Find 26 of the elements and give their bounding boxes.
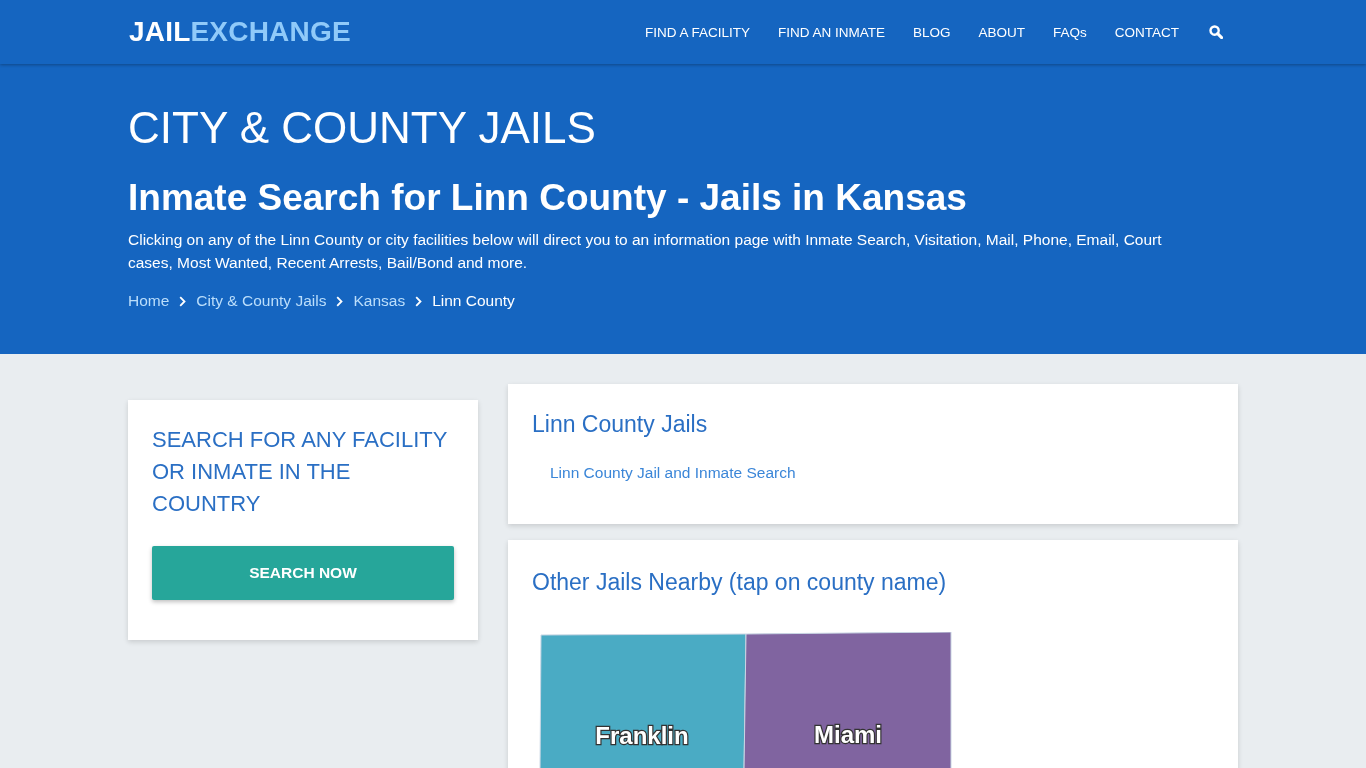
nav-link[interactable]: FIND A FACILITY (644, 24, 750, 40)
card-heading: Linn County Jails (532, 410, 709, 439)
nav-link[interactable]: FIND AN INMATE (777, 24, 885, 40)
breadcrumb-link[interactable]: City & County Jails (196, 291, 327, 311)
search-now-button[interactable]: SEARCH NOW (152, 546, 454, 600)
breadcrumb-link[interactable]: Kansas (353, 291, 406, 311)
search-heading: SEARCH FOR ANY FACILITY OR INMATE IN THE COUNTRY (152, 426, 449, 518)
intro-text: Clicking on any of the Linn County or city facilities below will direct you to an information page with Inmate Search, Visitation, Mail, Phone, Email, Court cases, Most Wanted, Recent Arrests, Bail/Bond and more. (128, 230, 1163, 273)
page-title: CITY & COUNTY JAILS (128, 102, 597, 154)
nav-link[interactable]: ABOUT (978, 24, 1025, 40)
county-name-link[interactable]: Miami (814, 721, 882, 748)
county-shape[interactable] (743, 632, 952, 768)
county-shape[interactable] (539, 633, 747, 768)
chevron-right-icon (336, 295, 344, 307)
chevron-right-icon (179, 295, 187, 307)
chevron-right-icon (415, 295, 423, 307)
nav-link[interactable]: FAQs (1053, 24, 1087, 40)
card-heading: Other Jails Nearby (tap on county name) (532, 568, 948, 597)
jail-link[interactable]: Linn County Jail and Inmate Search (550, 464, 796, 482)
page-subtitle: Inmate Search for Linn County - Jails in Kansas (128, 176, 968, 220)
nav-link[interactable]: BLOG (912, 24, 951, 40)
search-icon[interactable] (1209, 25, 1223, 39)
breadcrumb-current: Linn County (432, 291, 515, 311)
site-logo[interactable]: JAILEXCHANGE (129, 18, 351, 46)
breadcrumb-link[interactable]: Home (128, 291, 170, 311)
nav-link[interactable]: CONTACT (1114, 24, 1179, 40)
